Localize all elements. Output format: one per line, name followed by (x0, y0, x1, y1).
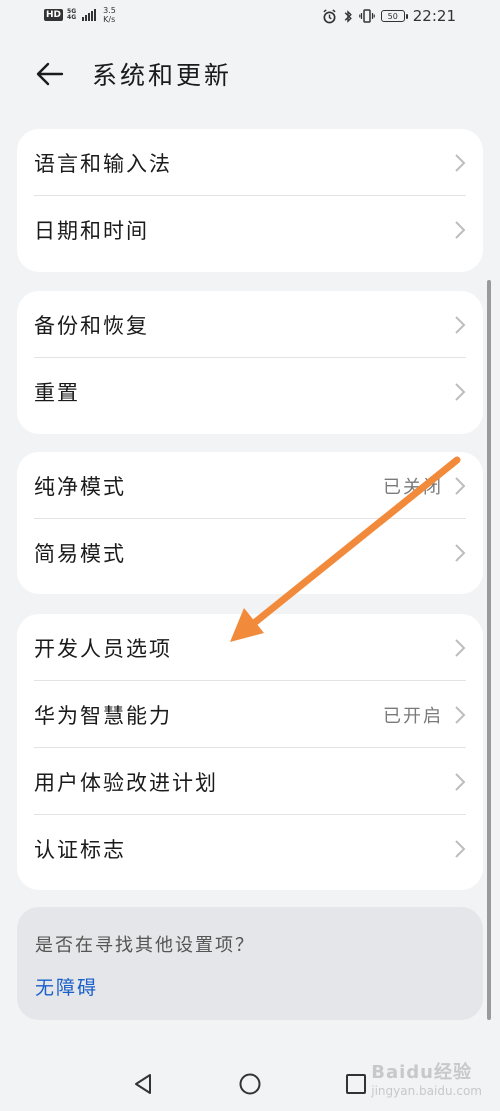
row-status: 已关闭 (383, 476, 443, 498)
chevron-right-icon (455, 154, 466, 172)
accessibility-link[interactable]: 无障碍 (35, 973, 98, 1000)
chevron-right-icon (455, 477, 466, 495)
network-speed: 3.5 K/s (103, 6, 116, 24)
nav-home-icon[interactable] (238, 1072, 262, 1096)
row-certification[interactable]: 认证标志 (17, 815, 483, 882)
row-label: 日期和时间 (34, 218, 149, 243)
chevron-right-icon (455, 221, 466, 239)
row-developer-options[interactable]: 开发人员选项 (17, 614, 483, 681)
page-header: 系统和更新 (0, 44, 500, 104)
hd-badge: HD (44, 9, 64, 21)
suggestion-question: 是否在寻找其他设置项？ (35, 935, 255, 956)
chevron-right-icon (455, 706, 466, 724)
suggestion-box: 是否在寻找其他设置项？ 无障碍 (17, 907, 483, 1020)
page-title: 系统和更新 (92, 61, 233, 90)
settings-group-4: 开发人员选项 华为智慧能力 已开启 用户体验改进计划 认证标志 (17, 614, 483, 890)
status-right: 50 22:21 (322, 7, 456, 25)
row-label: 语言和输入法 (34, 151, 172, 176)
battery-icon: 50 (380, 10, 408, 22)
nav-recents-icon[interactable] (344, 1072, 368, 1096)
row-label: 认证标志 (34, 837, 126, 862)
settings-group-2: 备份和恢复 重置 (17, 291, 483, 434)
row-language-input[interactable]: 语言和输入法 (17, 129, 483, 196)
settings-group-3: 纯净模式 已关闭 简易模式 (17, 452, 483, 594)
vibrate-icon (358, 9, 375, 23)
status-left: HD 5G 4G 3.5 K/s (44, 6, 116, 24)
watermark-logo: Baidu经验 jingyan.baidu.com (371, 1062, 482, 1098)
row-backup-restore[interactable]: 备份和恢复 (17, 291, 483, 358)
chevron-right-icon (455, 316, 466, 334)
row-label: 开发人员选项 (34, 636, 172, 661)
network-type: 5G 4G (67, 8, 77, 21)
clock: 22:21 (412, 7, 456, 25)
row-user-experience[interactable]: 用户体验改进计划 (17, 748, 483, 815)
scrollbar[interactable] (487, 280, 491, 1020)
row-label: 华为智慧能力 (34, 703, 172, 728)
signal-icon (82, 9, 97, 21)
chevron-right-icon (455, 639, 466, 657)
row-date-time[interactable]: 日期和时间 (17, 196, 483, 263)
chevron-right-icon (455, 544, 466, 562)
row-label: 重置 (34, 380, 80, 405)
alarm-icon (323, 8, 336, 23)
row-label: 用户体验改进计划 (34, 770, 218, 795)
row-pure-mode[interactable]: 纯净模式 已关闭 (17, 452, 483, 519)
row-status: 已开启 (383, 705, 443, 727)
status-bar: HD 5G 4G 3.5 K/s 50 22:21 (0, 0, 500, 36)
row-huawei-intelligence[interactable]: 华为智慧能力 已开启 (17, 681, 483, 748)
chevron-right-icon (455, 383, 466, 401)
bluetooth-icon (344, 9, 352, 23)
back-arrow-icon[interactable] (34, 58, 66, 90)
chevron-right-icon (455, 840, 466, 858)
row-label: 纯净模式 (34, 474, 126, 499)
row-simple-mode[interactable]: 简易模式 (17, 519, 483, 586)
settings-group-1: 语言和输入法 日期和时间 (17, 129, 483, 272)
row-label: 简易模式 (34, 541, 126, 566)
row-reset[interactable]: 重置 (17, 358, 483, 425)
row-label: 备份和恢复 (34, 313, 149, 338)
chevron-right-icon (455, 773, 466, 791)
nav-back-icon[interactable] (131, 1072, 155, 1096)
